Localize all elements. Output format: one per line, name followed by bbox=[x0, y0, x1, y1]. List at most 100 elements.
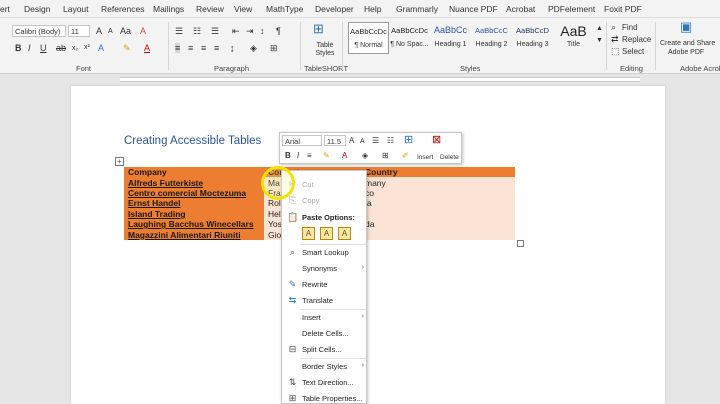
menu-item-text-direction[interactable]: ⇅ Text Direction... bbox=[282, 376, 368, 390]
tab-pdfelement[interactable]: PDFelement bbox=[548, 4, 595, 14]
justify-icon[interactable]: ≡ bbox=[214, 43, 219, 53]
table-move-handle[interactable]: + bbox=[115, 157, 124, 166]
style-heading-2[interactable]: AaBbCcC Heading 2 bbox=[471, 22, 512, 54]
mini-grow-font-icon[interactable]: A bbox=[349, 136, 354, 146]
tab-view[interactable]: View bbox=[234, 4, 252, 14]
cell-company[interactable]: Centro comercial Moctezuma bbox=[124, 187, 264, 199]
mini-shading-icon[interactable]: ◈ bbox=[362, 151, 368, 161]
styles-scroll-up-icon[interactable]: ▲ bbox=[596, 24, 603, 34]
tab-foxit-pdf[interactable]: Foxit PDF bbox=[604, 4, 642, 14]
table-styles-icon[interactable]: ⊞ bbox=[313, 22, 324, 35]
mini-font-box[interactable]: Arial bbox=[282, 135, 322, 146]
cell-company[interactable]: Alfreds Futterkiste bbox=[124, 177, 264, 188]
mini-borders-icon[interactable]: ⊞ bbox=[382, 151, 389, 161]
style-normal[interactable]: AaBbCcDc ¶ Normal bbox=[348, 22, 389, 54]
header-cell-country[interactable]: Country bbox=[361, 167, 515, 178]
tab-developer[interactable]: Developer bbox=[315, 4, 354, 14]
tab-grammarly[interactable]: Grammarly bbox=[396, 4, 438, 14]
mini-shrink-font-icon[interactable]: A bbox=[360, 137, 365, 147]
ruler-track[interactable] bbox=[120, 77, 640, 82]
tab-layout[interactable]: Layout bbox=[63, 4, 89, 14]
sort-icon[interactable]: ↕ bbox=[260, 26, 265, 36]
paste-merge-format-icon[interactable]: A bbox=[320, 227, 333, 240]
mini-numbering-icon[interactable]: ☷ bbox=[387, 136, 394, 146]
menu-item-insert[interactable]: Insert › bbox=[282, 311, 368, 325]
tab-help[interactable]: Help bbox=[364, 4, 381, 14]
create-share-label-2[interactable]: Adobe PDF bbox=[668, 49, 704, 56]
grow-font-icon[interactable]: A bbox=[96, 26, 102, 36]
mini-delete-label[interactable]: Delete bbox=[440, 154, 459, 161]
decrease-indent-icon[interactable]: ⇤ bbox=[232, 26, 240, 36]
mini-delete-icon[interactable]: ⊠ bbox=[432, 135, 441, 146]
cell-company[interactable]: Laughing Bacchus Winecellars bbox=[124, 218, 264, 230]
tab-review[interactable]: Review bbox=[196, 4, 224, 14]
increase-indent-icon[interactable]: ⇥ bbox=[246, 26, 254, 36]
tab-references[interactable]: References bbox=[101, 4, 144, 14]
clear-format-icon[interactable]: A bbox=[140, 26, 146, 36]
menu-item-rewrite[interactable]: ✎ Rewrite bbox=[282, 278, 368, 292]
style-heading-3[interactable]: AaBbCcD Heading 3 bbox=[512, 22, 553, 54]
menu-item-synonyms[interactable]: Synonyms › bbox=[282, 262, 368, 276]
menu-item-delete-cells[interactable]: Delete Cells... bbox=[282, 327, 368, 341]
cell-country[interactable]: many bbox=[361, 177, 515, 188]
replace-button[interactable]: Replace bbox=[622, 35, 651, 44]
styles-scroll-down-icon[interactable]: ▼ bbox=[596, 36, 603, 46]
tab-insert[interactable]: ert bbox=[0, 4, 10, 14]
paste-keep-source-icon[interactable]: A bbox=[302, 227, 315, 240]
mini-bold-icon[interactable]: B bbox=[285, 151, 291, 161]
find-button[interactable]: Find bbox=[622, 23, 638, 32]
font-size-box[interactable]: 11 bbox=[68, 25, 90, 37]
mini-highlight-icon[interactable]: ✎ bbox=[323, 151, 330, 161]
cell-country[interactable]: co bbox=[361, 187, 515, 199]
style-no-spacing[interactable]: AaBbCcDc ¶ No Spac... bbox=[389, 22, 430, 54]
subscript-icon[interactable]: x₂ bbox=[72, 44, 78, 54]
mini-insert-icon[interactable]: ⊞ bbox=[404, 135, 413, 146]
bold-icon[interactable]: B bbox=[15, 43, 22, 53]
change-case-icon[interactable]: Aa bbox=[120, 26, 131, 36]
borders-icon[interactable]: ⊞ bbox=[270, 43, 278, 53]
strikethrough-icon[interactable]: ab bbox=[56, 43, 66, 53]
replace-icon[interactable]: ⇄ bbox=[611, 34, 619, 44]
menu-item-smart-lookup[interactable]: ⌕ Smart Lookup bbox=[282, 246, 368, 260]
paste-text-only-icon[interactable]: A bbox=[338, 227, 351, 240]
line-spacing-icon[interactable]: ↨ bbox=[230, 43, 235, 53]
cell-country[interactable] bbox=[361, 208, 515, 219]
tab-design[interactable]: Design bbox=[24, 4, 50, 14]
numbering-icon[interactable]: ☷ bbox=[193, 26, 201, 36]
text-effects-icon[interactable]: A bbox=[98, 43, 104, 53]
select-icon[interactable]: ⬚ bbox=[611, 46, 620, 56]
show-marks-icon[interactable]: ¶ bbox=[276, 26, 281, 36]
cell-company[interactable]: Ernst Handel bbox=[124, 198, 264, 209]
adobe-pdf-icon[interactable]: ▣ bbox=[680, 20, 692, 33]
create-share-label-1[interactable]: Create and Share bbox=[660, 40, 715, 47]
header-cell-company[interactable]: Company bbox=[124, 167, 264, 178]
menu-item-split-cells[interactable]: ⊟ Split Cells... bbox=[282, 343, 368, 357]
mini-italic-icon[interactable]: I bbox=[297, 151, 299, 161]
shrink-font-icon[interactable]: A bbox=[108, 27, 113, 37]
underline-icon[interactable]: U bbox=[40, 43, 47, 53]
table-styles-button[interactable]: Table Styles bbox=[310, 42, 340, 58]
style-heading-1[interactable]: AaBbCc Heading 1 bbox=[430, 22, 471, 54]
cell-company[interactable]: Magazzini Alimentari Riuniti bbox=[124, 229, 264, 240]
tab-acrobat[interactable]: Acrobat bbox=[506, 4, 535, 14]
mini-font-color-icon[interactable]: A bbox=[342, 151, 347, 161]
menu-item-copy[interactable]: ⎘ Copy bbox=[282, 194, 368, 208]
align-center-icon[interactable]: ≡ bbox=[188, 43, 193, 53]
highlight-icon[interactable]: ✎ bbox=[123, 43, 131, 53]
find-icon[interactable]: ⌕ bbox=[611, 22, 616, 32]
superscript-icon[interactable]: x² bbox=[84, 43, 90, 53]
mini-insert-label[interactable]: Insert bbox=[417, 154, 433, 161]
align-left-icon[interactable]: ≡ bbox=[175, 43, 181, 53]
tab-mathtype[interactable]: MathType bbox=[266, 4, 303, 14]
mini-align-icon[interactable]: ≡ bbox=[307, 151, 312, 161]
font-name-box[interactable]: Calibri (Body) bbox=[12, 25, 66, 37]
tab-nuance-pdf[interactable]: Nuance PDF bbox=[449, 4, 498, 14]
cell-country[interactable] bbox=[361, 229, 515, 240]
mini-bullets-icon[interactable]: ☰ bbox=[372, 136, 379, 146]
table-resize-handle[interactable] bbox=[517, 240, 524, 247]
multilevel-list-icon[interactable]: ☰ bbox=[211, 26, 219, 36]
bullets-icon[interactable]: ☰ bbox=[175, 26, 183, 36]
tab-mailings[interactable]: Mailings bbox=[153, 4, 184, 14]
shading-icon[interactable]: ◈ bbox=[250, 43, 257, 53]
document-title[interactable]: Creating Accessible Tables bbox=[124, 135, 261, 147]
